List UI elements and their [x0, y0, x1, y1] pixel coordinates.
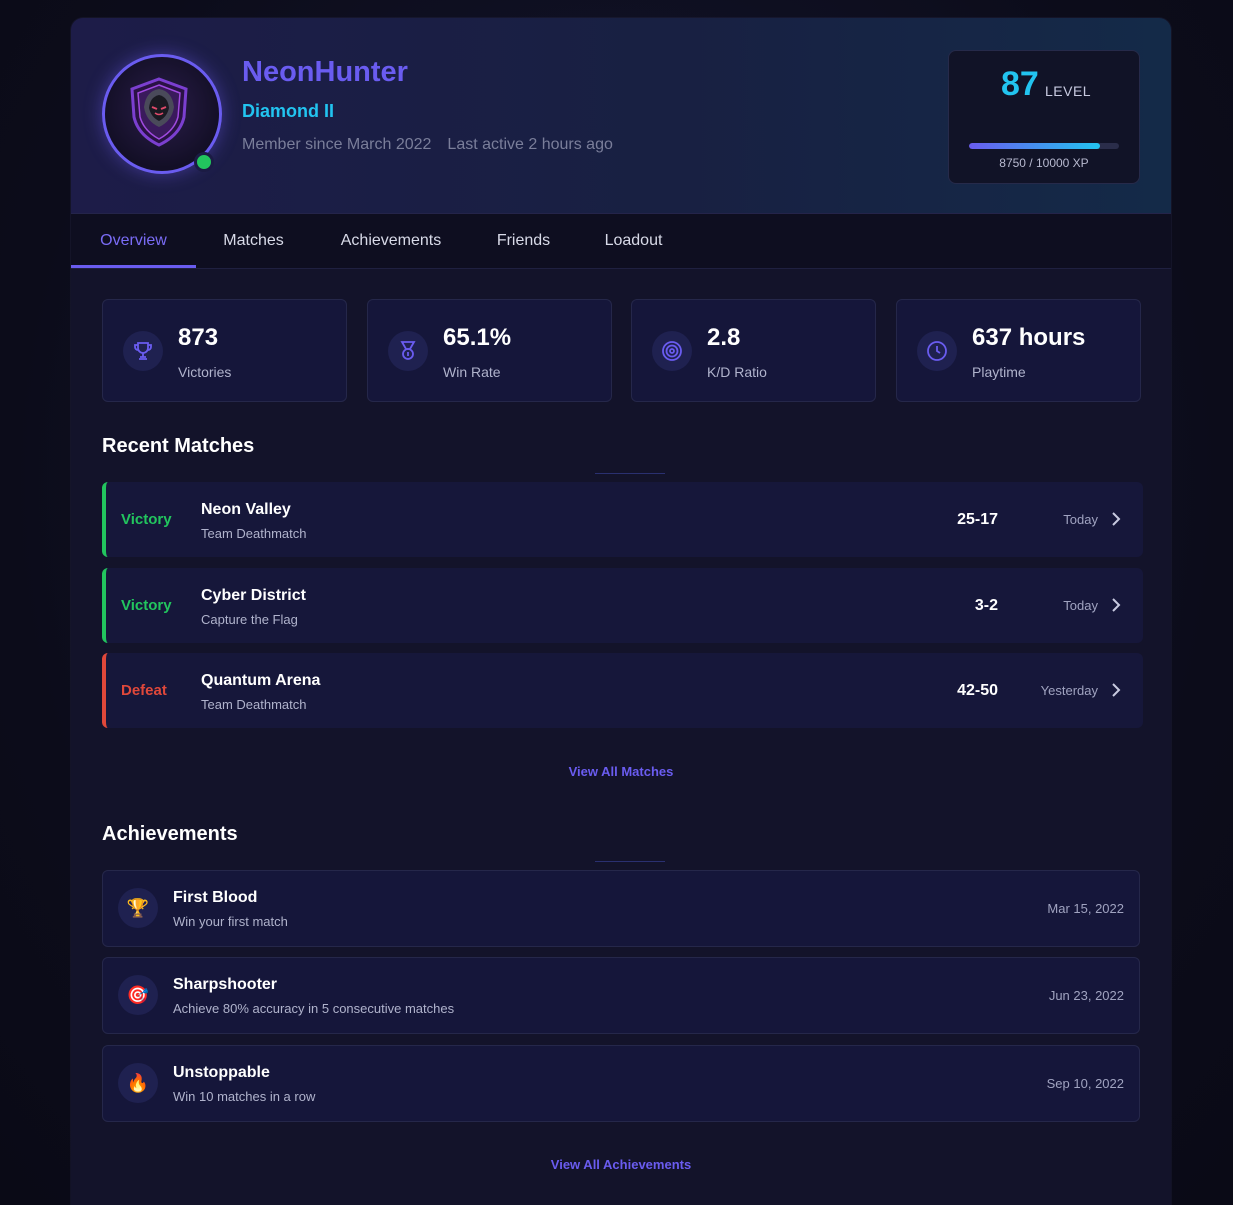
clock-icon [917, 331, 957, 371]
match-mode: Team Deathmatch [201, 526, 307, 541]
achievements-title: Achievements [102, 823, 238, 845]
chevron-right-icon[interactable] [1109, 682, 1123, 698]
achievement-title: Unstoppable [173, 1064, 270, 1081]
trophy-icon [123, 331, 163, 371]
profile-header: NeonHunter Diamond II Member since March… [71, 18, 1171, 214]
match-time: Today [1063, 512, 1098, 527]
stat-label: Victories [178, 364, 232, 380]
target-icon: 🎯 [118, 975, 158, 1015]
level-label: LEVEL [1045, 83, 1092, 99]
level-panel: 87 LEVEL 8750 / 10000 XP [948, 50, 1140, 184]
match-score: 25-17 [957, 511, 998, 528]
fire-icon: 🔥 [118, 1063, 158, 1103]
match-row[interactable]: Defeat Quantum Arena Team Deathmatch 42-… [102, 653, 1143, 728]
profile-tabs: Overview Matches Achievements Friends Lo… [71, 214, 1171, 269]
match-map: Quantum Arena [201, 672, 321, 689]
match-time: Yesterday [1040, 683, 1098, 698]
medal-icon [388, 331, 428, 371]
profile-card: NeonHunter Diamond II Member since March… [71, 18, 1171, 1205]
achievement-date: Sep 10, 2022 [1046, 1076, 1124, 1091]
tab-achievements[interactable]: Achievements [311, 214, 471, 268]
match-time: Today [1063, 598, 1098, 613]
view-all-achievements-link[interactable]: View All Achievements [71, 1157, 1171, 1172]
match-row[interactable]: Victory Neon Valley Team Deathmatch 25-1… [102, 482, 1143, 557]
section-divider [595, 861, 665, 862]
stat-value: 2.8 [707, 324, 741, 351]
trophy-icon: 🏆 [118, 888, 158, 928]
chevron-right-icon[interactable] [1109, 511, 1123, 527]
match-mode: Team Deathmatch [201, 697, 307, 712]
match-result: Victory [121, 511, 172, 528]
member-since: Member since March 2022 [242, 136, 432, 153]
hooded-assassin-icon [130, 77, 188, 147]
xp-progress-fill [969, 143, 1101, 149]
stat-card-kd-ratio: 2.8 K/D Ratio [631, 299, 876, 402]
stat-card-win-rate: 65.1% Win Rate [367, 299, 612, 402]
username: NeonHunter [242, 56, 408, 88]
target-icon [652, 331, 692, 371]
view-all-matches-link[interactable]: View All Matches [71, 764, 1171, 779]
tab-friends[interactable]: Friends [471, 214, 576, 268]
achievement-item[interactable]: 🎯 Sharpshooter Achieve 80% accuracy in 5… [102, 957, 1140, 1034]
page: NeonHunter Diamond II Member since March… [0, 0, 1233, 1205]
achievement-date: Jun 23, 2022 [1048, 988, 1124, 1003]
chevron-right-icon[interactable] [1109, 597, 1123, 613]
match-mode: Capture the Flag [201, 612, 298, 627]
achievement-description: Win 10 matches in a row [173, 1089, 316, 1104]
match-row[interactable]: Victory Cyber District Capture the Flag … [102, 568, 1143, 643]
online-status-dot [194, 152, 214, 172]
achievement-description: Win your first match [173, 914, 288, 929]
xp-progress-bar [969, 143, 1119, 149]
stat-label: K/D Ratio [707, 364, 767, 380]
stat-label: Playtime [972, 364, 1026, 380]
section-divider [595, 473, 665, 474]
achievement-date: Mar 15, 2022 [1047, 901, 1124, 916]
recent-matches-title: Recent Matches [102, 435, 255, 457]
achievement-item[interactable]: 🔥 Unstoppable Win 10 matches in a row Se… [102, 1045, 1140, 1122]
achievement-title: Sharpshooter [173, 976, 278, 993]
achievement-description: Achieve 80% accuracy in 5 consecutive ma… [173, 1001, 455, 1016]
tab-overview[interactable]: Overview [71, 214, 196, 268]
stat-value: 65.1% [443, 324, 512, 351]
match-result: Victory [121, 597, 172, 614]
profile-meta: Member since March 2022 Last active 2 hou… [242, 136, 613, 154]
achievement-title: First Blood [173, 889, 258, 906]
rank-label: Diamond II [242, 101, 335, 121]
stat-value: 637 hours [972, 324, 1086, 351]
stat-value: 873 [178, 324, 219, 351]
stat-card-victories: 873 Victories [102, 299, 347, 402]
last-active: Last active 2 hours ago [447, 136, 613, 153]
level-value: 87 [1001, 65, 1039, 103]
tab-loadout[interactable]: Loadout [576, 214, 691, 268]
match-map: Neon Valley [201, 501, 291, 518]
match-map: Cyber District [201, 587, 306, 604]
stat-card-playtime: 637 hours Playtime [896, 299, 1141, 402]
tab-matches[interactable]: Matches [196, 214, 311, 268]
stat-label: Win Rate [443, 364, 501, 380]
match-score: 3-2 [974, 597, 998, 614]
achievement-item[interactable]: 🏆 First Blood Win your first match Mar 1… [102, 870, 1140, 947]
xp-text: 8750 / 10000 XP [999, 156, 1089, 170]
match-score: 42-50 [957, 682, 998, 699]
match-result: Defeat [121, 682, 167, 699]
